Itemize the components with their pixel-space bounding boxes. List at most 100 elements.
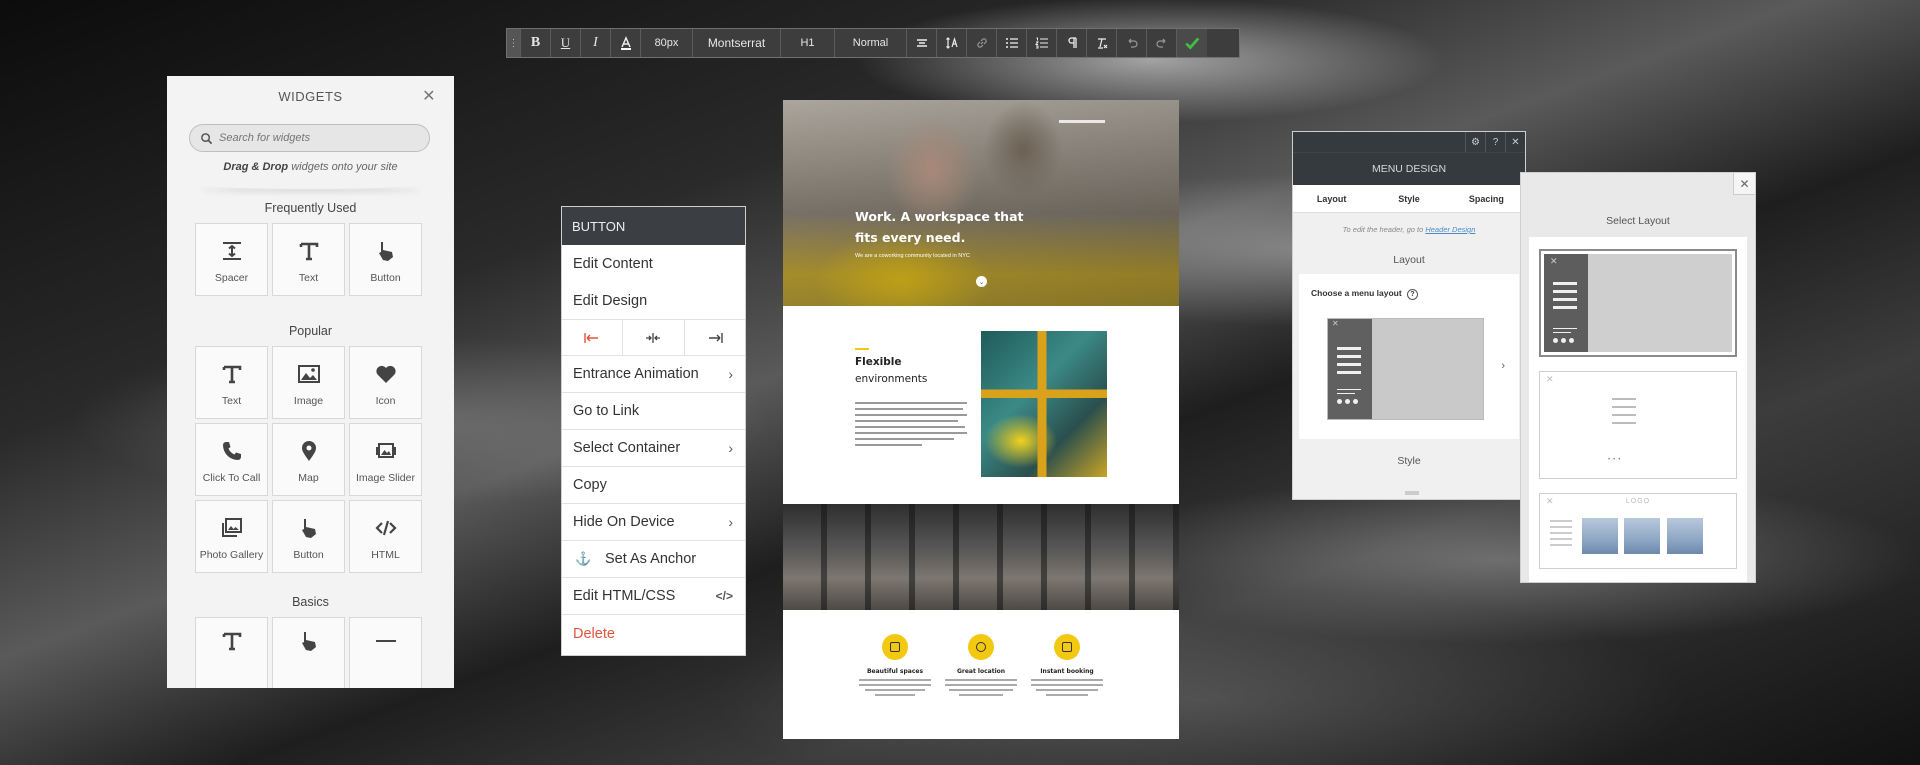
apply-button[interactable] [1177,29,1207,57]
widget-photo-gallery[interactable]: Photo Gallery [195,500,268,573]
align-center-button[interactable] [623,320,685,355]
tab-layout[interactable]: Layout [1293,185,1370,212]
widget-image[interactable]: Image [272,346,345,419]
scroll-down-icon[interactable]: ⌄ [976,276,987,287]
search-input[interactable] [219,132,419,144]
gear-icon[interactable]: ⚙ [1465,132,1485,152]
text-icon [222,365,241,383]
anchor-icon: ⚓ [575,551,592,566]
section-title[interactable]: Flexible environments [855,354,955,388]
feature-item: Beautiful spaces [855,634,935,699]
widget-html[interactable]: HTML [349,500,422,573]
widget-spacer[interactable]: Spacer [195,223,268,296]
font-weight-select[interactable]: Normal [835,29,907,57]
menu-item-hide-on-device[interactable]: Hide On Device › [562,504,745,541]
menu-item-edit-html-css[interactable]: Edit HTML/CSS </> [562,578,745,615]
font-family-select[interactable]: Montserrat [693,29,781,57]
help-icon[interactable]: ? [1485,132,1505,152]
font-size-select[interactable]: 80px [641,29,693,57]
heading-select[interactable]: H1 [781,29,835,57]
flexible-section: Flexible environments [783,306,1179,504]
toolbar-drag-handle[interactable]: ⋮ [507,29,521,57]
menu-item-edit-design[interactable]: Edit Design [562,282,745,319]
close-icon[interactable]: ✕ [1505,132,1525,152]
header-design-link[interactable]: Header Design [1425,225,1475,234]
undo-button[interactable] [1117,29,1147,57]
widget-button[interactable]: Button [349,223,422,296]
help-icon[interactable]: ? [1407,289,1419,300]
section-title-line-2: environments [855,373,928,385]
widget-label: Image Slider [356,471,415,484]
alignment-buttons [562,319,745,356]
clear-format-button[interactable] [1087,29,1117,57]
widget-text[interactable]: Text [195,346,268,419]
widget-divider[interactable] [349,617,422,688]
note-text: To edit the header, go to [1342,225,1426,234]
chevron-right-icon[interactable]: › [1501,360,1505,372]
align-center-icon [646,332,661,343]
align-right-button[interactable] [685,320,745,355]
tab-spacing[interactable]: Spacing [1448,185,1525,212]
close-icon[interactable]: ✕ [1332,319,1339,328]
widget-label: Photo Gallery [199,548,264,561]
feature-icon [968,634,994,660]
layout-option-gallery[interactable]: ✕ LOGO [1539,493,1737,569]
resize-handle[interactable] [1405,491,1419,495]
hero-title[interactable]: Work. A workspace that fits every need. [855,206,1025,248]
widget-label: Map [298,471,319,484]
line-height-icon [945,36,958,49]
line-height-button[interactable] [937,29,967,57]
tab-style[interactable]: Style [1370,185,1447,212]
layout-option-centered[interactable]: ✕ ••• [1539,371,1737,479]
widget-button[interactable] [272,617,345,688]
widget-label: Image [293,394,324,407]
bold-button[interactable]: B [521,29,551,57]
text-color-button[interactable] [611,29,641,57]
hero-section: Work. A workspace that fits every need. … [783,100,1179,306]
menu-item-select-container[interactable]: Select Container › [562,430,745,467]
logo-placeholder: LOGO [1625,498,1651,505]
widgets-title: WIDGETS [278,88,343,104]
menu-item-entrance-animation[interactable]: Entrance Animation › [562,356,745,393]
code-icon: </> [715,589,733,603]
widget-image-slider[interactable]: Image Slider [349,423,422,496]
close-icon[interactable]: ✕ [422,86,436,106]
widget-text[interactable]: Text [272,223,345,296]
align-left-button[interactable] [562,320,624,355]
photo-gallery-icon [221,517,242,537]
clear-format-icon [1097,38,1107,49]
heart-icon [375,365,396,383]
widget-button[interactable]: Button [272,500,345,573]
close-icon[interactable]: ✕ [1733,173,1755,195]
numbered-list-button[interactable] [1027,29,1057,57]
bullet-list-button[interactable] [997,29,1027,57]
widget-label: Button [370,271,401,284]
menu-item-label: Set As Anchor [605,551,697,567]
link-button[interactable] [967,29,997,57]
menu-item-go-to-link[interactable]: Go to Link [562,393,745,430]
align-left-icon [584,332,599,343]
workspace-photo [981,331,1107,477]
paragraph-direction-button[interactable] [1057,29,1087,57]
current-layout-thumbnail[interactable]: ✕ [1327,318,1484,420]
underline-button[interactable]: U [551,29,581,57]
menu-item-set-as-anchor[interactable]: ⚓ Set As Anchor [562,541,745,578]
widgets-header: WIDGETS ✕ [167,76,454,116]
menu-item-label: Entrance Animation [573,366,699,382]
style-heading: Style [1397,455,1421,467]
menu-item-edit-content[interactable]: Edit Content [562,245,745,282]
menu-item-copy[interactable]: Copy [562,467,745,504]
text-align-button[interactable] [907,29,937,57]
redo-button[interactable] [1147,29,1177,57]
section-title-line-1: Flexible [855,356,902,368]
layout-option-sidebar[interactable]: ✕ [1539,249,1737,357]
widget-search-box[interactable] [189,124,430,152]
chevron-right-icon: › [728,440,733,456]
widget-click-to-call[interactable]: Click To Call [195,423,268,496]
widget-text[interactable] [195,617,268,688]
menu-item-delete[interactable]: Delete [562,615,745,652]
widget-map[interactable]: Map [272,423,345,496]
widget-icon[interactable]: Icon [349,346,422,419]
italic-button[interactable]: I [581,29,611,57]
chevron-right-icon: › [728,366,733,382]
